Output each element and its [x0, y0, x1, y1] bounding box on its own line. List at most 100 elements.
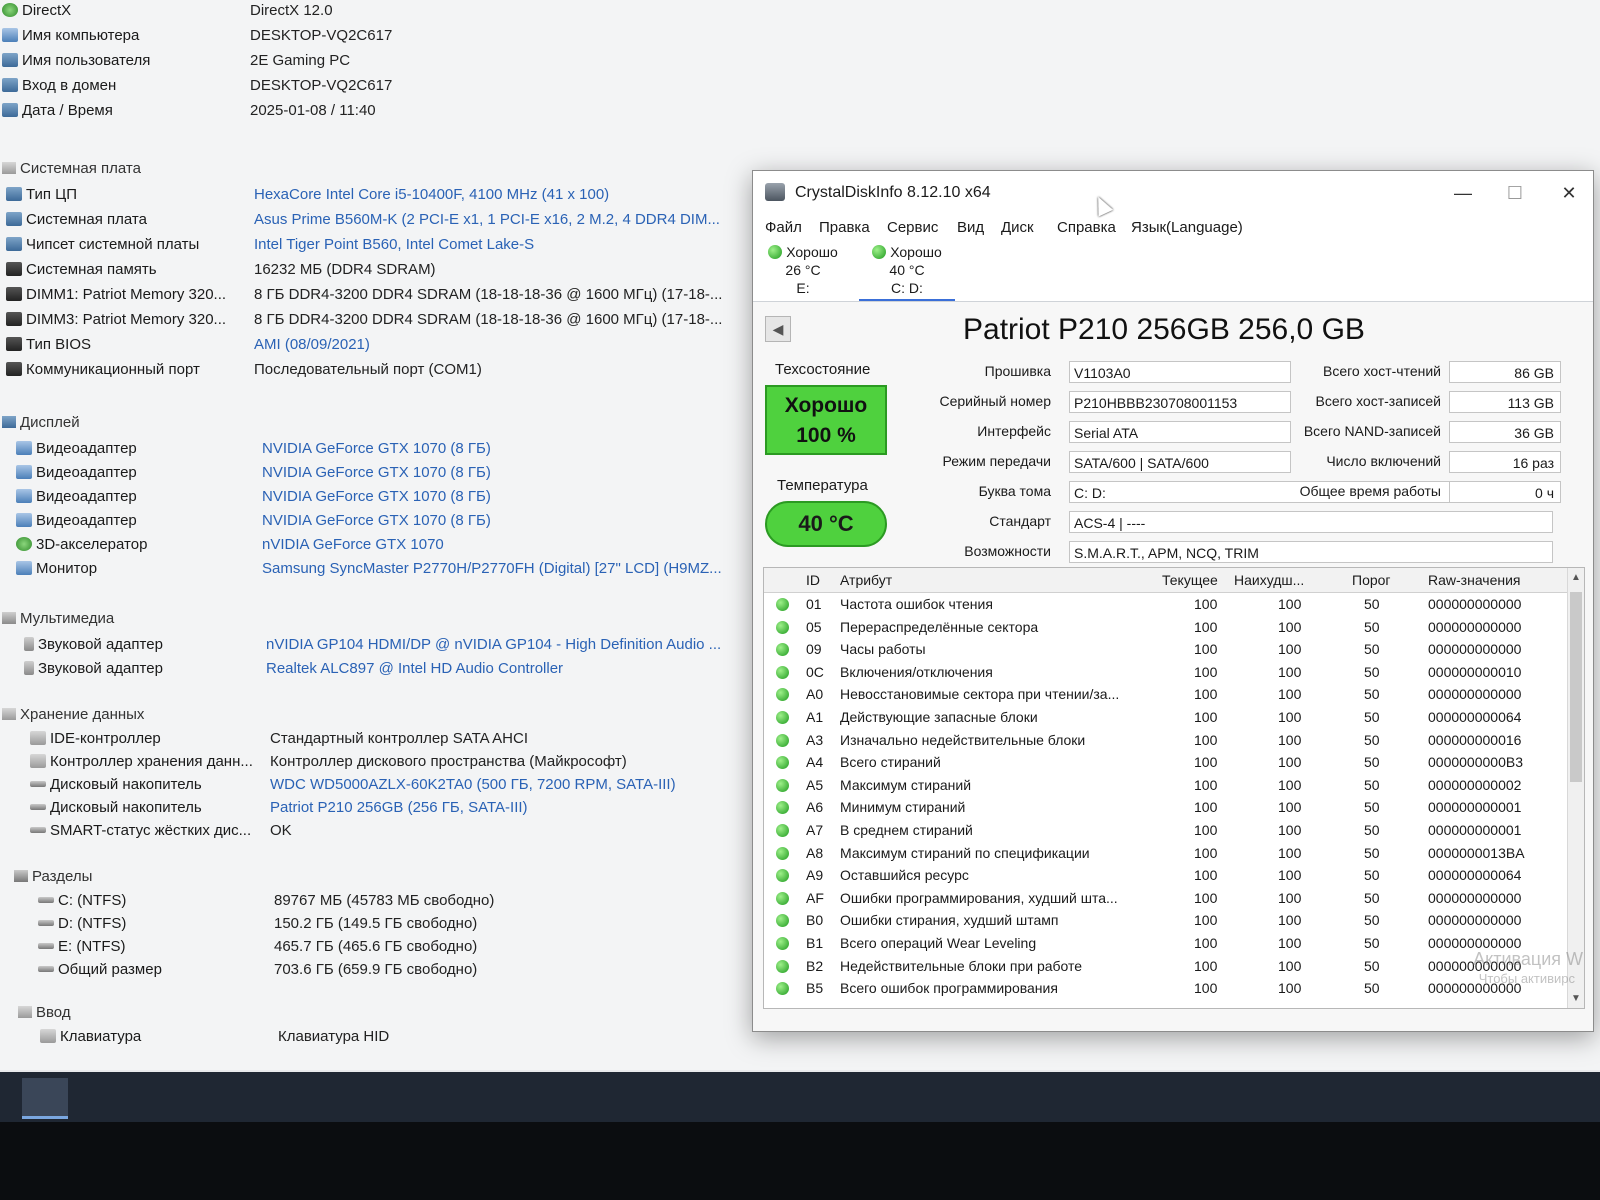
info-row[interactable]: Имя пользователя — [2, 52, 1540, 74]
info-value[interactable]: Samsung SyncMaster P2770H/P2770FH (Digit… — [262, 560, 722, 577]
col-raw[interactable]: Raw-значения — [1428, 572, 1521, 588]
disk-model-title: Patriot P210 256GB 256,0 GB — [963, 313, 1365, 346]
drive-tab-cd[interactable]: Хорошо 40 °C C: D: — [859, 243, 955, 301]
scroll-thumb[interactable] — [1570, 592, 1582, 782]
info-row[interactable]: DirectX — [2, 2, 1540, 24]
smart-worst: 100 — [1278, 754, 1302, 771]
col-current[interactable]: Текущее — [1162, 572, 1218, 588]
keyboard-icon — [40, 1029, 56, 1043]
info-row[interactable]: Дата / Время — [2, 102, 1540, 124]
section-header[interactable]: Разделы — [14, 868, 92, 885]
smart-row[interactable]: A7 В среднем стираний 100 100 50 000000000001 — [764, 820, 1584, 842]
menu-help[interactable]: Справка — [1057, 219, 1116, 236]
previous-disk-button[interactable]: ◀ — [765, 316, 791, 342]
smart-row[interactable]: B1 Всего операций Wear Leveling 100 100 50 00… — [764, 933, 1584, 955]
col-worst[interactable]: Наихудш... — [1234, 572, 1304, 588]
info-label: Вход в домен — [22, 77, 117, 94]
section-header[interactable]: Системная плата — [2, 160, 141, 177]
chipset-icon — [6, 237, 22, 251]
smart-id: B0 — [806, 912, 824, 929]
smart-row[interactable]: A6 Минимум стираний 100 100 50 000000000001 — [764, 797, 1584, 819]
info-row[interactable]: Вход в домен — [2, 77, 1540, 99]
status-good-icon — [776, 711, 789, 724]
info-value[interactable]: nVIDIA GP104 HDMI/DP @ nVIDIA GP104 - Hi… — [266, 636, 721, 653]
section-header[interactable]: Мультимедиа — [2, 610, 114, 627]
info-value: Стандартный контроллер SATA AHCI — [270, 730, 528, 747]
smart-row[interactable]: AF Ошибки программирования, худший шта...… — [764, 888, 1584, 910]
status-good-icon — [872, 245, 887, 259]
menu-service[interactable]: Сервис — [887, 219, 938, 236]
section-header[interactable]: Ввод — [18, 1004, 71, 1021]
menu-edit[interactable]: Правка — [819, 219, 870, 236]
smart-row[interactable]: A8 Максимум стираний по спецификации 100 10… — [764, 843, 1584, 865]
smart-threshold: 50 — [1364, 618, 1380, 635]
close-button[interactable]: ✕ — [1547, 179, 1591, 207]
scroll-down-icon[interactable]: ▼ — [1570, 993, 1582, 1004]
info-value[interactable]: HexaCore Intel Core i5-10400F, 4100 MHz … — [254, 186, 609, 203]
field-value: ACS-4 | ---- — [1069, 511, 1553, 533]
field-label: Режим передачи — [942, 453, 1051, 469]
smart-row[interactable]: B5 Всего ошибок программирования 100 100 50 0… — [764, 978, 1584, 1000]
maximize-button[interactable]: ☐ — [1493, 179, 1537, 207]
scroll-up-icon[interactable]: ▲ — [1570, 572, 1582, 583]
smart-row[interactable]: B2 Недействительные блоки при работе 100 10… — [764, 956, 1584, 978]
smart-attribute: Недействительные блоки при работе — [840, 957, 1083, 974]
storage-controller-icon — [30, 754, 46, 768]
window-titlebar[interactable]: CrystalDiskInfo 8.12.10 x64 — ☐ ✕ — [753, 171, 1593, 215]
drive-temp: 40 °C — [889, 262, 925, 278]
section-header[interactable]: Хранение данных — [2, 706, 144, 723]
smart-worst: 100 — [1278, 776, 1302, 793]
info-value[interactable]: NVIDIA GeForce GTX 1070 (8 ГБ) — [262, 512, 491, 529]
menu-file[interactable]: Файл — [765, 219, 802, 236]
info-value[interactable]: NVIDIA GeForce GTX 1070 (8 ГБ) — [262, 488, 491, 505]
taskbar-app-icon[interactable] — [22, 1078, 68, 1119]
health-status-button[interactable]: Хорошо 100 % — [765, 385, 887, 455]
info-label: Тип BIOS — [26, 336, 92, 353]
info-label: Клавиатура — [60, 1028, 142, 1045]
smart-row[interactable]: A3 Изначально недействительные блоки 100 10… — [764, 730, 1584, 752]
info-value[interactable]: nVIDIA GeForce GTX 1070 — [262, 536, 444, 553]
smart-row[interactable]: A5 Максимум стираний 100 100 50 000000000002 — [764, 775, 1584, 797]
field-value: V1103A0 — [1069, 361, 1291, 383]
col-id[interactable]: ID — [806, 572, 820, 588]
info-value[interactable]: WDC WD5000AZLX-60K2TA0 (500 ГБ, 7200 RPM… — [270, 776, 676, 793]
minimize-button[interactable]: — — [1441, 179, 1485, 207]
smart-status-icon — [30, 827, 46, 833]
smart-row[interactable]: B0 Ошибки стирания, худший штамп 100 100 50 0… — [764, 910, 1584, 932]
field-label: Возможности — [964, 543, 1051, 559]
menu-language[interactable]: Язык(Language) — [1131, 219, 1243, 236]
smart-scrollbar[interactable]: ▲ ▼ — [1567, 568, 1584, 1008]
status-good-icon — [776, 824, 789, 837]
smart-row[interactable]: 09 Часы работы 100 100 50 000000000000 — [764, 639, 1584, 661]
info-value[interactable]: Intel Tiger Point B560, Intel Comet Lake… — [254, 236, 534, 253]
smart-row[interactable]: A9 Оставшийся ресурс 100 100 50 000000000064 — [764, 865, 1584, 887]
info-value[interactable]: NVIDIA GeForce GTX 1070 (8 ГБ) — [262, 440, 491, 457]
smart-attribute: Действующие запасные блоки — [840, 709, 1038, 725]
section-header[interactable]: Дисплей — [2, 414, 80, 431]
health-status: Хорошо — [784, 394, 868, 417]
menu-disk[interactable]: Диск — [1001, 219, 1034, 236]
info-value[interactable]: Asus Prime B560M-K (2 PCI-E x1, 1 PCI-E … — [254, 211, 720, 228]
info-value[interactable]: Patriot P210 256GB (256 ГБ, SATA-III) — [270, 799, 528, 816]
smart-id: A5 — [806, 776, 824, 793]
menu-view[interactable]: Вид — [957, 219, 984, 236]
partition-icon — [38, 966, 54, 972]
temperature-button[interactable]: 40 °C — [765, 501, 887, 547]
info-label: D: (NTFS) — [58, 915, 127, 932]
smart-row[interactable]: 01 Частота ошибок чтения 100 100 50 000000000… — [764, 594, 1584, 616]
smart-row[interactable]: A0 Невосстановимые сектора при чтении/за.… — [764, 684, 1584, 706]
info-row[interactable]: Имя компьютера — [2, 27, 1540, 49]
info-value[interactable]: NVIDIA GeForce GTX 1070 (8 ГБ) — [262, 464, 491, 481]
drive-tab-e[interactable]: Хорошо 26 °C E: — [755, 243, 851, 297]
smart-row[interactable]: 0C Включения/отключения 100 100 50 0000000000… — [764, 662, 1584, 684]
smart-row[interactable]: 05 Перераспределённые сектора 100 100 50 0000… — [764, 617, 1584, 639]
smart-raw: 0000000013BA — [1428, 844, 1525, 861]
smart-row[interactable]: A1 Действующие запасные блоки 100 100 50 0000… — [764, 707, 1584, 729]
col-threshold[interactable]: Порог — [1352, 572, 1391, 588]
smart-worst: 100 — [1278, 596, 1302, 612]
info-value[interactable]: Realtek ALC897 @ Intel HD Audio Controll… — [266, 660, 563, 677]
col-attribute[interactable]: Атрибут — [840, 572, 892, 588]
info-value[interactable]: AMI (08/09/2021) — [254, 336, 370, 353]
stat-value: 16 раз — [1449, 451, 1561, 473]
smart-row[interactable]: A4 Всего стираний 100 100 50 0000000000B3 — [764, 752, 1584, 774]
